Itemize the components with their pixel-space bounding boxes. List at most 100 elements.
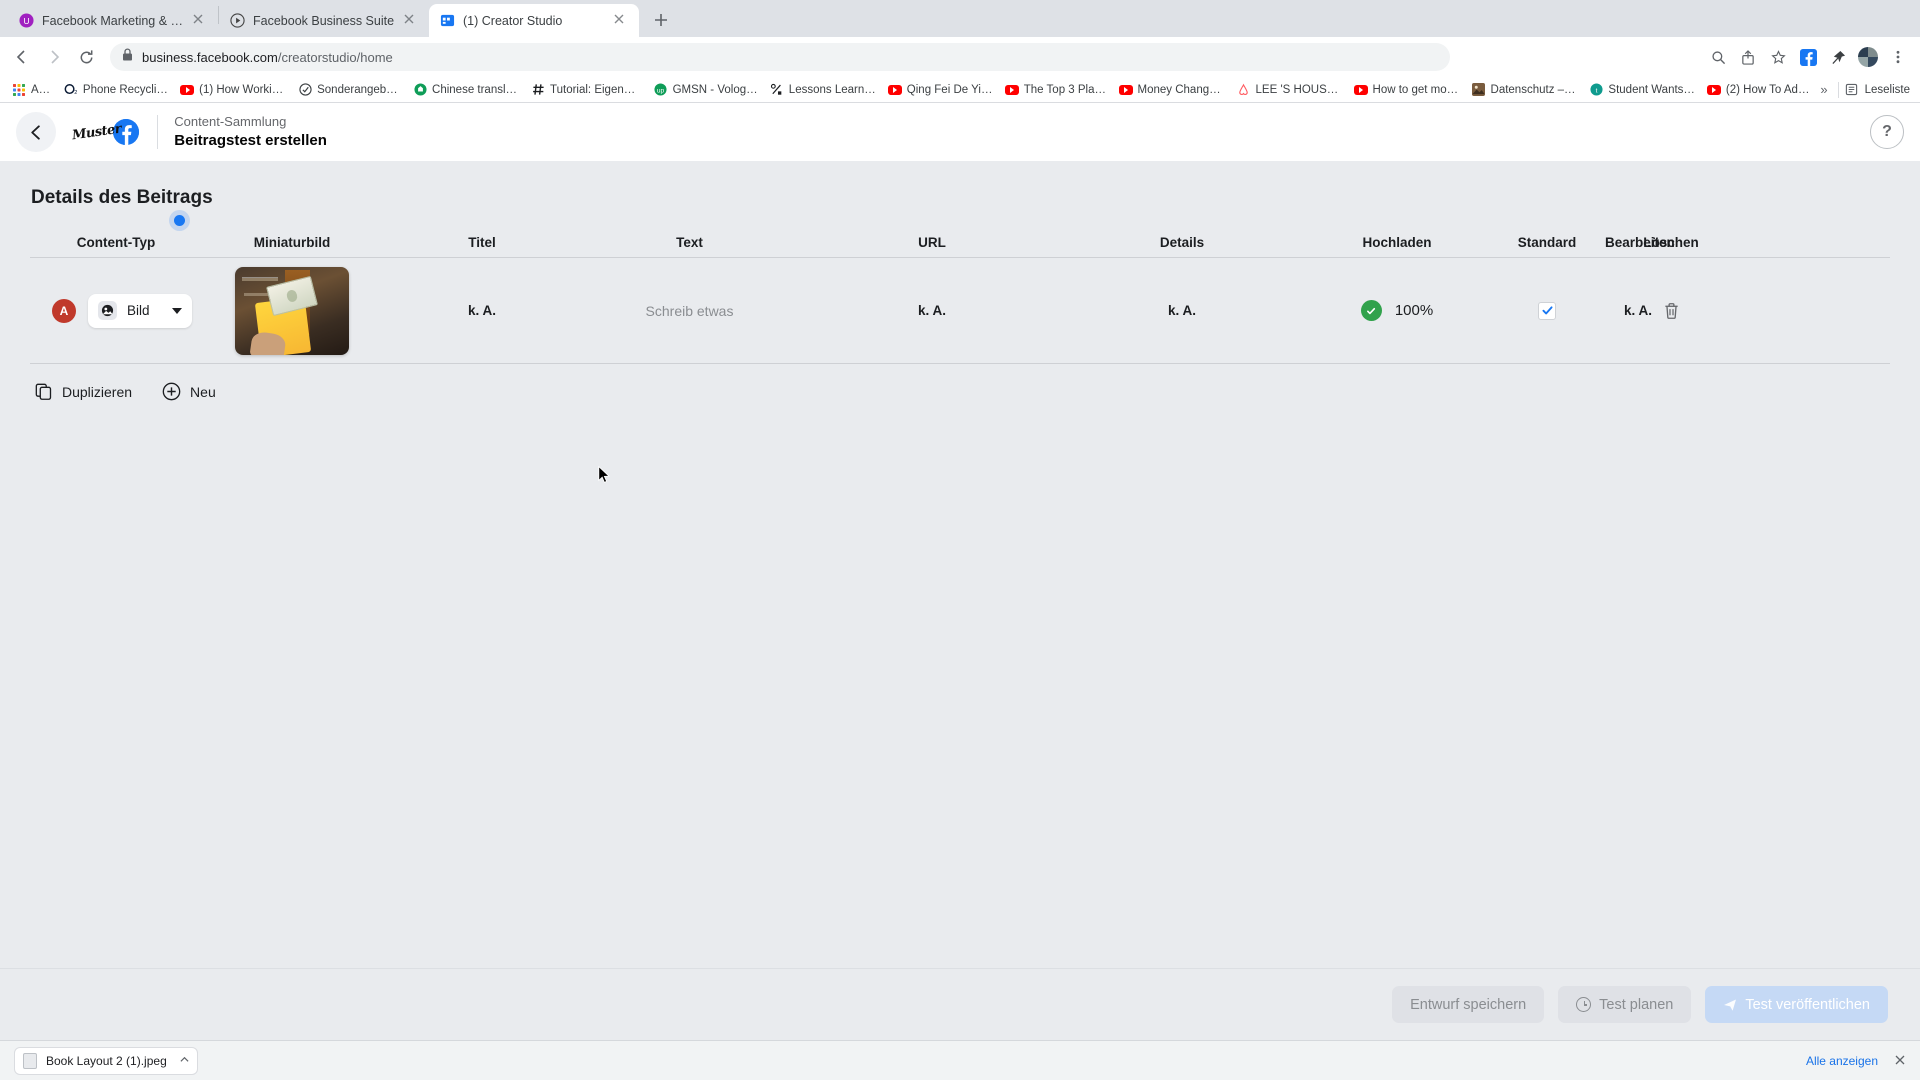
schedule-test-button[interactable]: Test planen xyxy=(1558,986,1692,1023)
airbnb-icon xyxy=(1237,83,1251,97)
bookmark-phone-recycling[interactable]: 2 Phone Recycling,... xyxy=(58,81,174,99)
browser-tab-2[interactable]: Facebook Business Suite xyxy=(219,4,429,37)
youtube-icon xyxy=(1004,83,1019,97)
bookmark-label: Tutorial: Eigene Fa... xyxy=(550,83,642,96)
forward-button[interactable] xyxy=(40,43,68,71)
tab-strip: U Facebook Marketing & Werbea Facebook B… xyxy=(0,0,1920,37)
creator-studio-page: Muster Content-Sammlung Beitragstest ers… xyxy=(0,103,1920,1040)
bookmark-label: LEE 'S HOUSE—... xyxy=(1255,83,1342,96)
download-shelf-right: Alle anzeigen xyxy=(1806,1053,1906,1069)
bookmark-how-to-get-more-views[interactable]: How to get more v... xyxy=(1348,81,1466,99)
new-button[interactable]: Neu xyxy=(162,382,216,401)
thumbnail-image[interactable] xyxy=(235,266,349,355)
bookmark-top-3-platforms[interactable]: The Top 3 Platfor... xyxy=(999,81,1113,99)
chrome-menu-icon[interactable] xyxy=(1884,43,1912,71)
table-header-row: Content-Typ Miniaturbild Titel Text URL … xyxy=(30,227,1890,257)
divider xyxy=(157,115,159,149)
check-circle-icon xyxy=(298,83,312,97)
duplicate-button[interactable]: Duplizieren xyxy=(34,382,132,401)
reading-list-label[interactable]: Leseliste xyxy=(1865,84,1910,96)
brand-logo: Muster xyxy=(71,119,140,145)
standard-checkbox[interactable] xyxy=(1538,301,1556,320)
bookmark-label: (2) How To Add A... xyxy=(1725,83,1810,96)
bookmark-chinese-translation[interactable]: Chinese translatio... xyxy=(407,81,525,99)
show-all-downloads-link[interactable]: Alle anzeigen xyxy=(1806,1054,1878,1068)
bookmark-apps[interactable]: Apps xyxy=(6,81,58,99)
reading-list-icon[interactable] xyxy=(1845,83,1859,97)
bookmarks-bar: Apps 2 Phone Recycling,... (1) How Worki… xyxy=(0,77,1920,103)
duplicate-icon xyxy=(34,382,53,401)
bookmark-label: Qing Fei De Yi - Y... xyxy=(906,83,993,96)
download-file-name: Book Layout 2 (1).jpeg xyxy=(46,1053,167,1068)
save-draft-button[interactable]: Entwurf speichern xyxy=(1392,986,1545,1023)
mouse-cursor xyxy=(598,465,610,484)
creator-studio-icon xyxy=(439,13,455,29)
reload-button[interactable] xyxy=(72,43,100,71)
cell-standard xyxy=(1497,301,1597,320)
share-icon[interactable] xyxy=(1734,43,1762,71)
up-green-icon: up xyxy=(654,83,668,97)
cell-details: k. A. xyxy=(1167,303,1196,318)
browser-toolbar: business.facebook.com/creatorstudio/home xyxy=(0,37,1920,77)
bookmark-datenschutz[interactable]: Datenschutz – Re... xyxy=(1466,81,1584,99)
drag-handle-dot[interactable] xyxy=(174,215,185,226)
publish-test-button[interactable]: Test veröffentlichen xyxy=(1705,986,1888,1023)
bookmark-how-to-add-a[interactable]: (2) How To Add A... xyxy=(1701,81,1816,99)
back-button[interactable] xyxy=(8,43,36,71)
bookmark-qing-fei-de-yi[interactable]: Qing Fei De Yi - Y... xyxy=(882,81,999,99)
chevron-down-icon[interactable] xyxy=(172,307,182,314)
content-type-select[interactable]: Bild xyxy=(88,293,192,328)
check-circle-icon xyxy=(1360,300,1382,321)
browser-tab-1[interactable]: U Facebook Marketing & Werbea xyxy=(8,4,218,37)
bookmark-how-working[interactable]: (1) How Working a... xyxy=(174,81,292,99)
browser-tab-1-title: Facebook Marketing & Werbea xyxy=(42,13,184,28)
chevron-up-icon[interactable] xyxy=(180,1055,189,1066)
content-table: Content-Typ Miniaturbild Titel Text URL … xyxy=(30,215,1890,401)
zoom-icon[interactable] xyxy=(1704,43,1732,71)
lock-icon xyxy=(122,48,133,66)
close-icon[interactable] xyxy=(192,13,208,29)
bookmark-gmsn-vologda[interactable]: up GMSN - Vologda,... xyxy=(648,81,764,99)
download-item[interactable]: Book Layout 2 (1).jpeg xyxy=(14,1046,198,1075)
bookmark-tutorial-eigene-fa[interactable]: Tutorial: Eigene Fa... xyxy=(525,81,648,99)
youtube-icon xyxy=(1118,83,1133,97)
cell-url: k. A. xyxy=(917,303,946,318)
divider xyxy=(1837,81,1839,98)
bookmarks-overflow-button[interactable]: » xyxy=(1816,82,1831,97)
image-type-icon xyxy=(98,301,117,320)
bookmark-lee-s-house[interactable]: LEE 'S HOUSE—... xyxy=(1231,81,1348,99)
column-header-hochladen: Hochladen xyxy=(1362,234,1432,250)
bookmark-label: GMSN - Vologda,... xyxy=(672,83,758,96)
bookmark-star-icon[interactable] xyxy=(1764,43,1792,71)
new-tab-button[interactable] xyxy=(647,6,675,34)
cell-hochladen: 100% xyxy=(1297,300,1497,321)
bookmark-label: The Top 3 Platfor... xyxy=(1023,83,1107,96)
pin-extension-icon[interactable] xyxy=(1824,43,1852,71)
bookmark-lessons-learned[interactable]: Lessons Learned f... xyxy=(764,81,882,99)
close-icon[interactable] xyxy=(613,13,629,29)
schedule-test-label: Test planen xyxy=(1599,996,1674,1013)
back-arrow-icon[interactable] xyxy=(16,112,56,152)
header-titles: Content-Sammlung Beitragstest erstellen xyxy=(174,114,327,150)
close-icon[interactable] xyxy=(1894,1053,1906,1069)
profile-avatar-icon[interactable] xyxy=(1854,43,1882,71)
bookmark-sonderangebot[interactable]: Sonderangebot! |... xyxy=(292,81,407,99)
bookmark-label: How to get more v... xyxy=(1372,83,1460,96)
browser-tab-3[interactable]: (1) Creator Studio xyxy=(429,4,639,37)
facebook-extension-icon[interactable] xyxy=(1794,43,1822,71)
footer-action-bar: Entwurf speichern Test planen Test veröf… xyxy=(0,968,1920,1040)
help-icon[interactable]: ? xyxy=(1870,115,1904,149)
green-square-icon xyxy=(413,83,427,97)
hash-icon xyxy=(531,83,545,97)
bookmark-student-wants[interactable]: t Student Wants an... xyxy=(1583,81,1701,99)
delete-button[interactable] xyxy=(1641,302,1701,320)
browser-window: U Facebook Marketing & Werbea Facebook B… xyxy=(0,0,1920,1080)
close-icon[interactable] xyxy=(403,13,419,29)
clock-icon xyxy=(1576,997,1592,1012)
address-bar[interactable]: business.facebook.com/creatorstudio/home xyxy=(110,43,1450,71)
bookmark-money-changes[interactable]: Money Changes E... xyxy=(1113,81,1231,99)
duplicate-label: Duplizieren xyxy=(62,383,133,400)
purple-circle-icon: U xyxy=(18,13,34,29)
cell-text-placeholder[interactable]: Schreib etwas xyxy=(582,303,797,319)
column-header-url: URL xyxy=(918,234,946,250)
